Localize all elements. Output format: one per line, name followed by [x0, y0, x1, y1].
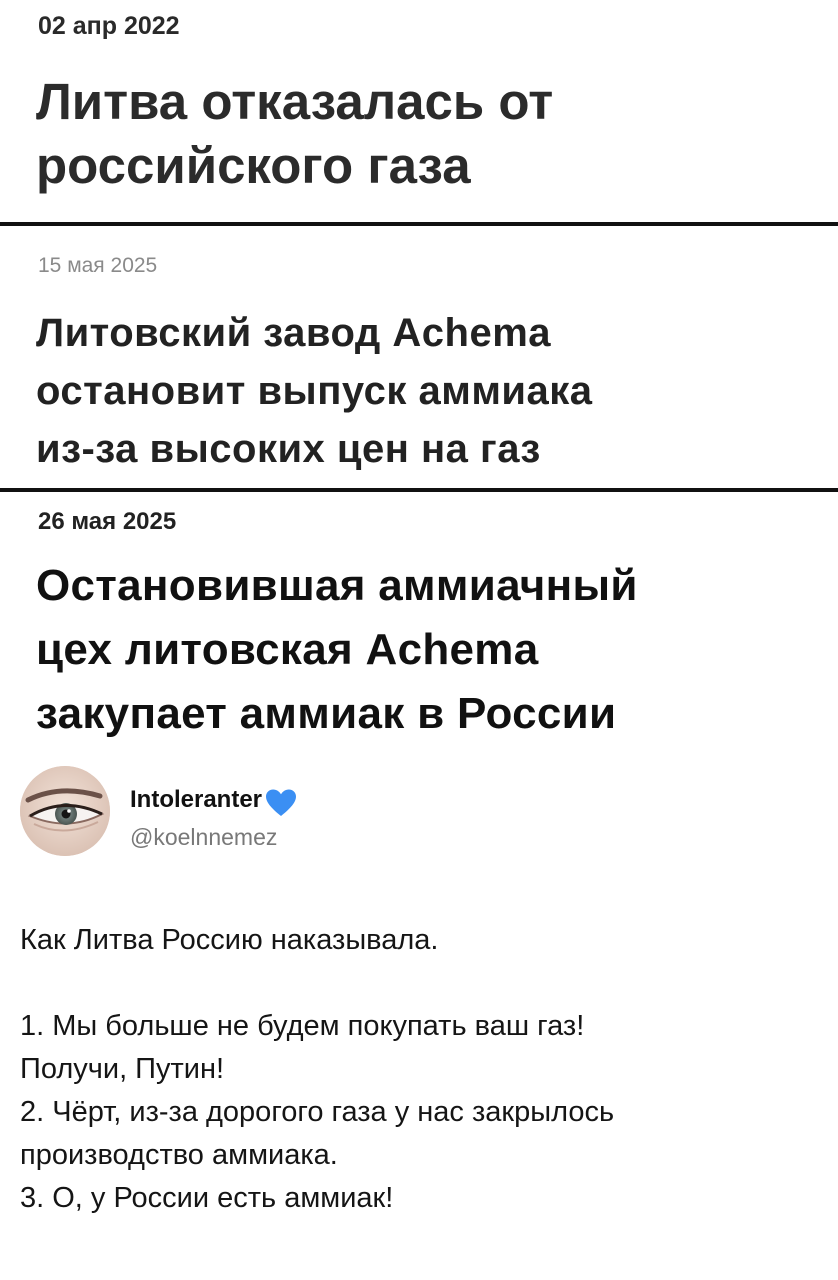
headline-line: закупает аммиак в России [36, 689, 617, 738]
author-handle[interactable]: @koelnnemez [130, 824, 277, 851]
tweet-line: 2. Чёрт, из-за дорогого газа у нас закры… [20, 1096, 615, 1128]
avatar[interactable] [20, 766, 110, 856]
blue-heart-icon [265, 788, 297, 818]
news-card-2022: 02 апр 2022 Литва отказалась от российск… [0, 0, 838, 220]
headline-line: из-за высоких цен на газ [36, 427, 541, 471]
headline-line: Литовский завод Achema [36, 311, 552, 355]
panel-divider [0, 222, 838, 226]
tweet-line: Получи, Путин! [20, 1053, 225, 1085]
news-headline: Литва отказалась от российского газа [36, 70, 553, 198]
tweet-line: производство аммиака. [20, 1139, 338, 1171]
news-headline: Остановившая аммиачный цех литовская Ach… [36, 554, 638, 746]
headline-line: Остановившая аммиачный [36, 561, 638, 610]
news-date: 02 апр 2022 [38, 12, 180, 40]
tweet: Intoleranter @koelnnemez Как Литва Росси… [0, 756, 838, 1280]
tweet-line: 3. О, у России есть аммиак! [20, 1182, 394, 1214]
news-card-2025-may-26: 26 мая 2025 Остановившая аммиачный цех л… [0, 494, 838, 746]
tweet-body: Как Литва Россию наказывала. 1. Мы больш… [20, 919, 820, 1220]
headline-line: остановит выпуск аммиака [36, 369, 593, 413]
author-name[interactable]: Intoleranter [130, 786, 262, 814]
news-headline: Литовский завод Achema остановит выпуск … [36, 304, 593, 478]
headline-line: российского газа [36, 137, 471, 194]
tweet-line: Как Литва Россию наказывала. [20, 924, 439, 956]
news-card-2025-may-15: 15 мая 2025 Литовский завод Achema остан… [0, 228, 838, 486]
tweet-line: 1. Мы больше не будем покупать ваш газ! [20, 1010, 585, 1042]
news-date: 15 мая 2025 [38, 254, 158, 277]
author-row: Intoleranter [130, 782, 297, 818]
eye-closeup-avatar-icon [20, 766, 110, 856]
headline-line: цех литовская Achema [36, 625, 539, 674]
headline-line: Литва отказалась от [36, 73, 554, 130]
panel-divider [0, 488, 838, 492]
news-date: 26 мая 2025 [38, 508, 177, 535]
